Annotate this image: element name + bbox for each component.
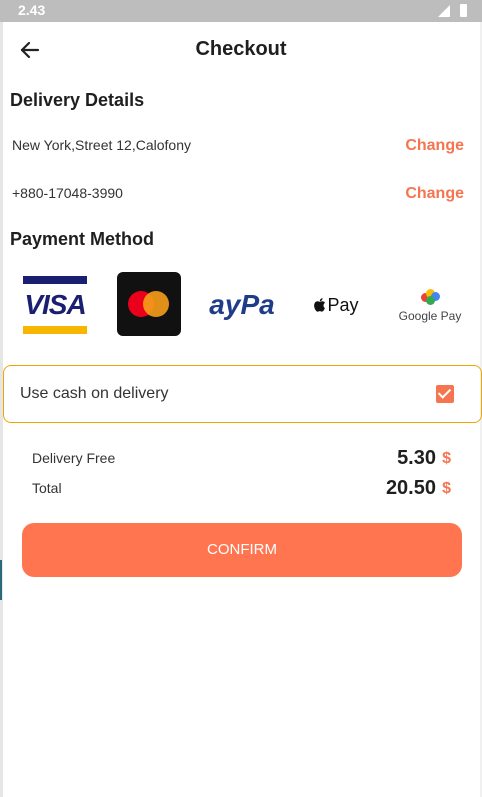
delivery-address: New York,Street 12,Calofony <box>12 137 191 153</box>
paypal-option[interactable]: ayPa <box>209 272 275 338</box>
delivery-fee-value: 5.30 <box>397 447 436 469</box>
apple-pay-option[interactable]: Pay <box>302 272 370 338</box>
visa-band-top <box>23 276 87 284</box>
delivery-details-title: Delivery Details <box>10 90 145 110</box>
mastercard-logo-icon-overlap <box>143 291 169 317</box>
total-label: Total <box>32 480 62 496</box>
google-pay-logo-icon <box>419 287 441 305</box>
mastercard-option[interactable] <box>117 272 181 336</box>
paypal-logo-label: ayPa <box>209 289 275 320</box>
delivery-phone: +880-17048-3990 <box>12 185 123 201</box>
visa-band-bottom <box>23 326 87 334</box>
delivery-fee-label: Delivery Free <box>32 450 116 466</box>
status-bar: 2.43 <box>0 0 482 22</box>
visa-logo-label: VISA <box>24 289 86 320</box>
delivery-fee-currency: $ <box>442 450 451 467</box>
page-title: Checkout <box>195 38 287 60</box>
apple-icon <box>314 298 326 312</box>
change-address-link[interactable]: Change <box>405 137 464 155</box>
cash-on-delivery-option[interactable]: Use cash on delivery <box>3 365 482 423</box>
total-currency: $ <box>442 480 451 497</box>
confirm-button[interactable]: CONFIRM <box>22 523 462 577</box>
battery-icon <box>460 4 467 17</box>
signal-icon <box>438 5 450 17</box>
status-time: 2.43 <box>18 2 46 18</box>
visa-logo-icon: VISA <box>23 274 87 336</box>
payment-method-title: Payment Method <box>10 229 155 249</box>
google-pay-logo-label: Google Pay <box>398 309 462 323</box>
visa-option[interactable]: VISA <box>22 272 88 338</box>
google-pay-option[interactable]: Google Pay <box>394 272 466 338</box>
apple-pay-logo-label: Pay <box>327 294 359 315</box>
change-phone-link[interactable]: Change <box>405 185 464 203</box>
cash-on-delivery-label: Use cash on delivery <box>20 385 169 402</box>
cash-on-delivery-checkbox[interactable] <box>436 385 454 403</box>
header: Checkout <box>0 22 482 78</box>
background-edge <box>0 560 2 600</box>
total-value: 20.50 <box>385 477 436 499</box>
